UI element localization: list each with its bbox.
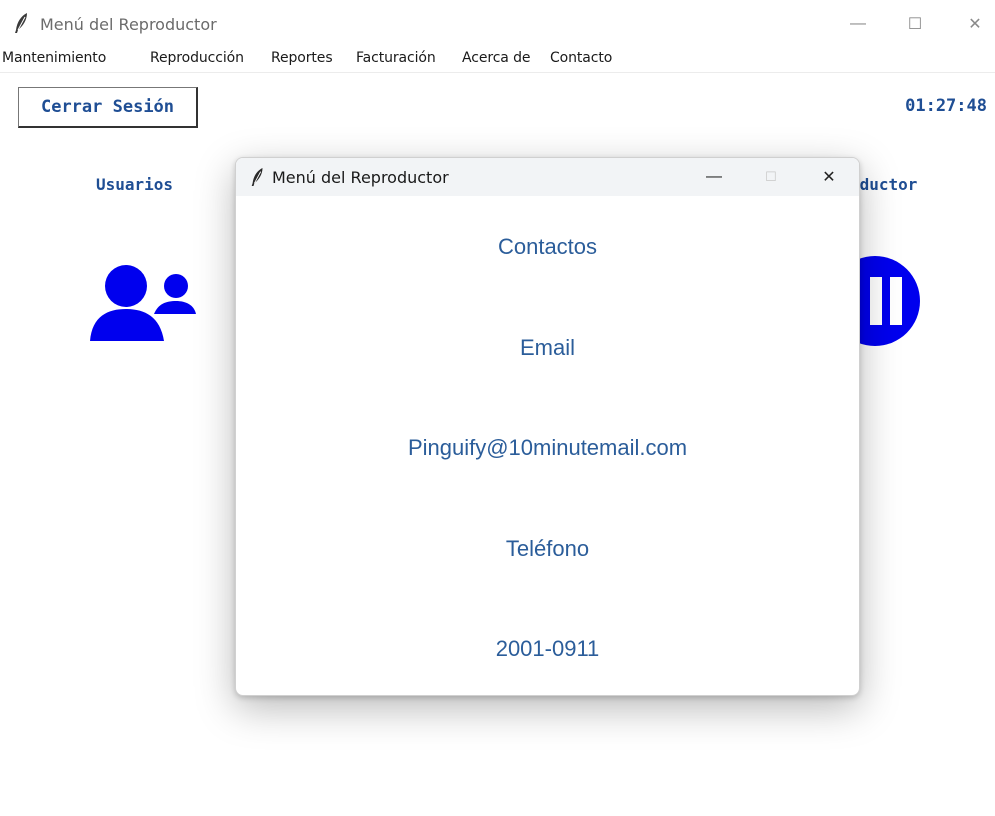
menu-reproduccion[interactable]: Reproducción bbox=[150, 50, 244, 66]
dialog-maximize-button: ☐ bbox=[753, 164, 789, 190]
menu-contacto[interactable]: Contacto bbox=[550, 50, 612, 66]
phone-value: 2001-0911 bbox=[495, 636, 600, 661]
contact-dialog: Menú del Reproductor — ☐ ✕ Contactos Ema… bbox=[235, 157, 860, 696]
minimize-icon: — bbox=[706, 168, 722, 185]
maximize-icon: ☐ bbox=[907, 16, 923, 33]
users-icon[interactable] bbox=[88, 258, 198, 347]
users-section-label: Usuarios bbox=[96, 175, 174, 194]
menu-reportes[interactable]: Reportes bbox=[271, 50, 333, 66]
maximize-button[interactable]: ☐ bbox=[895, 10, 935, 38]
close-icon: ✕ bbox=[822, 169, 836, 186]
menu-mantenimiento[interactable]: Mantenimiento bbox=[2, 50, 106, 66]
menu-facturacion[interactable]: Facturación bbox=[356, 50, 436, 66]
phone-label: Teléfono bbox=[505, 536, 590, 561]
contacts-heading: Contactos bbox=[497, 234, 598, 259]
minimize-button[interactable]: — bbox=[838, 10, 878, 38]
minimize-icon: — bbox=[850, 15, 866, 32]
dialog-minimize-button[interactable]: — bbox=[696, 164, 732, 190]
feather-icon bbox=[249, 167, 267, 192]
dialog-titlebar: Menú del Reproductor — ☐ ✕ bbox=[236, 158, 859, 196]
dialog-title: Menú del Reproductor bbox=[272, 168, 449, 187]
maximize-icon: ☐ bbox=[765, 169, 777, 184]
player-section-label: oductor bbox=[850, 175, 918, 194]
close-icon: ✕ bbox=[968, 16, 982, 33]
menu-acerca-de[interactable]: Acerca de bbox=[462, 50, 531, 66]
menubar: Mantenimiento Reproducción Reportes Fact… bbox=[0, 46, 995, 73]
main-titlebar: Menú del Reproductor — ☐ ✕ bbox=[0, 0, 995, 46]
feather-icon bbox=[12, 12, 32, 39]
email-value: Pinguify@10minutemail.com bbox=[407, 435, 688, 460]
clock: 01:27:48 bbox=[905, 96, 987, 116]
email-label: Email bbox=[519, 335, 575, 360]
window-title: Menú del Reproductor bbox=[40, 15, 217, 34]
logout-button[interactable]: Cerrar Sesión bbox=[18, 87, 198, 128]
close-button[interactable]: ✕ bbox=[955, 10, 995, 38]
dialog-close-button[interactable]: ✕ bbox=[811, 164, 847, 190]
